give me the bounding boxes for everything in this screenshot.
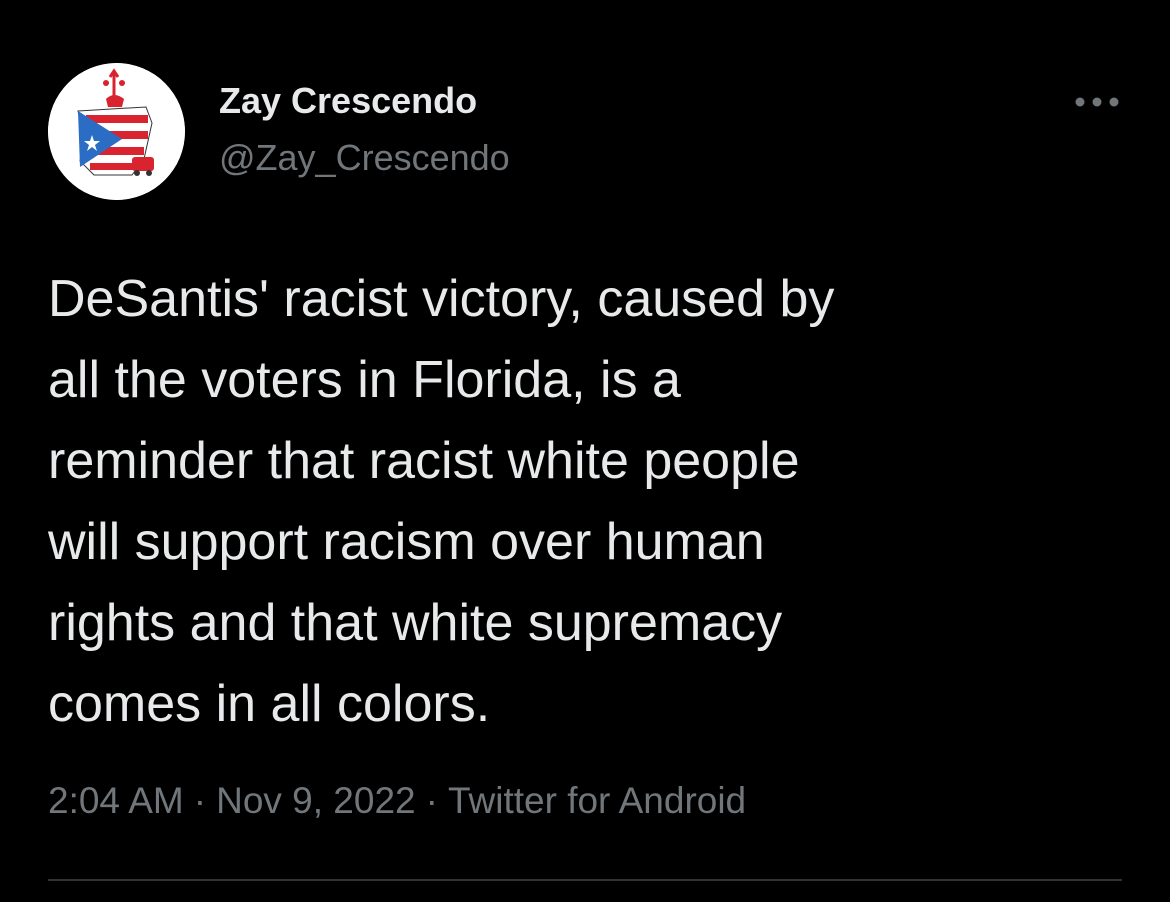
tweet-text-line: comes in all colors. bbox=[48, 675, 491, 733]
tweet-text-line: reminder that racist white people bbox=[48, 432, 800, 490]
separator: · bbox=[193, 780, 207, 821]
puerto-rico-flag-avatar-icon bbox=[48, 63, 185, 200]
tweet-date[interactable]: Nov 9, 2022 bbox=[216, 780, 416, 821]
divider bbox=[48, 879, 1122, 881]
tweet-time[interactable]: 2:04 AM bbox=[48, 780, 184, 821]
author-handle[interactable]: @Zay_Crescendo bbox=[219, 137, 510, 179]
separator: · bbox=[425, 780, 438, 821]
tweet-source[interactable]: Twitter for Android bbox=[448, 780, 746, 821]
tweet-text-line: DeSantis' racist victory, caused by bbox=[48, 270, 835, 328]
author-avatar[interactable] bbox=[48, 63, 185, 200]
tweet-text-line: will support racism over human bbox=[48, 513, 765, 571]
more-options-button[interactable] bbox=[1068, 84, 1126, 120]
tweet-metadata: 2:04 AM · Nov 9, 2022 · Twitter for Android bbox=[48, 780, 746, 822]
tweet-text: DeSantis' racist victory, caused by all … bbox=[48, 259, 1138, 745]
more-horizontal-icon bbox=[1075, 97, 1119, 107]
tweet-text-line: all the voters in Florida, is a bbox=[48, 351, 681, 409]
author-display-name[interactable]: Zay Crescendo bbox=[219, 80, 477, 122]
tweet-text-line: rights and that white supremacy bbox=[48, 594, 783, 652]
